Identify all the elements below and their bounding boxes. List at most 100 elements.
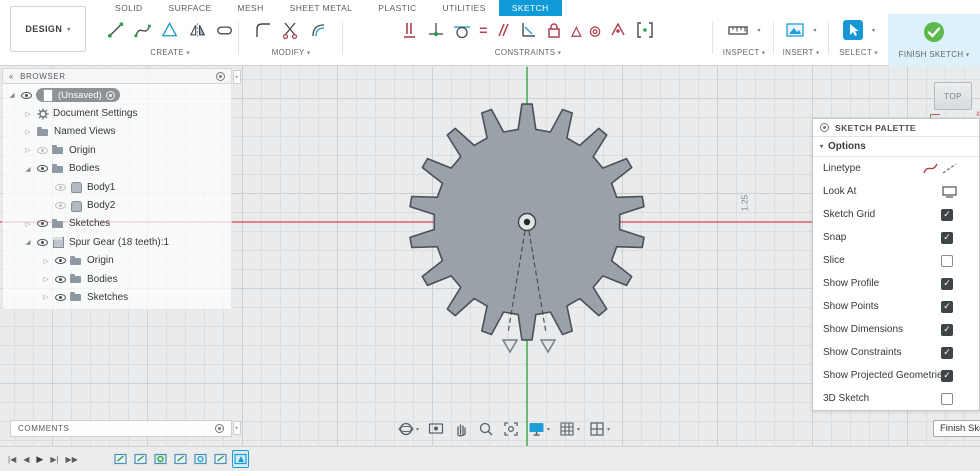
browser-options-icon[interactable]	[216, 71, 225, 81]
timeline-feature-icon[interactable]	[192, 450, 209, 468]
timeline-feature-icon[interactable]	[132, 450, 149, 468]
polygon-tool-icon[interactable]	[160, 20, 179, 40]
tree-row-gear-sketches[interactable]: ▷ Sketches	[3, 288, 231, 306]
timeline-feature-icon[interactable]	[112, 450, 129, 468]
comments-panel[interactable]: COMMENTS	[10, 420, 232, 437]
insert-image-icon[interactable]	[785, 20, 805, 40]
zoom-button[interactable]	[478, 421, 494, 437]
curvature-constraint-icon[interactable]	[635, 20, 655, 40]
visibility-eye-icon[interactable]	[37, 220, 48, 228]
browser-collapse-handle[interactable]: ▸	[233, 70, 241, 84]
design-workspace-dropdown[interactable]: DESIGN ▾	[10, 6, 86, 52]
comments-collapse-handle[interactable]: ▸	[233, 421, 241, 435]
tree-row-body2[interactable]: Body2	[3, 196, 231, 214]
browser-header[interactable]: « BROWSER	[2, 68, 232, 84]
look-at-icon[interactable]	[942, 185, 957, 198]
3d-sketch-checkbox[interactable]: ✓	[941, 392, 953, 405]
create-group-label[interactable]: CREATE	[150, 48, 184, 57]
viewports-button[interactable]: ▾	[589, 421, 610, 437]
tree-collapse-icon[interactable]: ▷	[23, 110, 33, 118]
fillet-tool-icon[interactable]	[253, 20, 273, 40]
trim-tool-icon[interactable]	[281, 20, 301, 40]
dimension-label[interactable]: 1.25	[739, 195, 749, 212]
visibility-eye-icon[interactable]	[55, 293, 66, 301]
tree-row-sketches[interactable]: ▷ Sketches	[3, 215, 231, 233]
slot-tool-icon[interactable]	[215, 20, 234, 40]
tree-collapse-icon[interactable]: ▷	[23, 220, 33, 228]
linetype-construction-icon[interactable]	[942, 162, 957, 175]
collapse-chevrons-icon[interactable]: «	[9, 72, 14, 81]
visibility-eye-icon[interactable]	[37, 146, 48, 154]
visibility-eye-icon[interactable]	[55, 183, 66, 191]
viewcube-top-face[interactable]: TOP	[934, 82, 972, 110]
show-dimensions-checkbox[interactable]: ✓	[941, 323, 953, 336]
tree-row-spur-gear-component[interactable]: ◢ Spur Gear (18 teeth):1	[3, 233, 231, 251]
midpoint-constraint-icon[interactable]	[609, 20, 627, 40]
show-points-checkbox[interactable]: ✓	[941, 300, 953, 313]
perpendicular-constraint-icon[interactable]	[519, 20, 537, 40]
measure-ruler-icon[interactable]	[727, 20, 749, 40]
finish-sketch-check-icon[interactable]	[922, 20, 946, 44]
timeline-feature-icon[interactable]	[172, 450, 189, 468]
document-root-pill[interactable]: (Unsaved)	[36, 88, 120, 103]
tree-collapse-icon[interactable]: ▷	[41, 293, 51, 301]
visibility-eye-icon[interactable]	[55, 275, 66, 283]
mirror-tool-icon[interactable]	[188, 20, 207, 40]
tree-expand-icon[interactable]: ◢	[23, 238, 33, 246]
inspect-group-label[interactable]: INSPECT	[723, 48, 760, 57]
visibility-eye-icon[interactable]	[55, 202, 66, 210]
play-button[interactable]: ▶	[36, 454, 43, 465]
concentric-constraint-icon[interactable]: ◎	[589, 24, 600, 37]
insert-group-label[interactable]: INSERT	[783, 48, 814, 57]
modify-group-label[interactable]: MODIFY	[272, 48, 305, 57]
visibility-eye-icon[interactable]	[37, 165, 48, 173]
finish-sketch-button[interactable]: Finish Sketch	[933, 420, 980, 437]
show-constraints-checkbox[interactable]: ✓	[941, 346, 953, 359]
offset-tool-icon[interactable]	[309, 20, 329, 40]
section-expand-icon[interactable]: ▾	[820, 143, 823, 150]
tree-expand-icon[interactable]: ◢	[7, 91, 17, 99]
fit-button[interactable]	[503, 421, 519, 437]
pan-button[interactable]	[453, 421, 469, 437]
sketch-grid-checkbox[interactable]: ✓	[941, 208, 953, 221]
skip-to-end-button[interactable]: ▶▶	[66, 455, 78, 464]
skip-to-start-button[interactable]: |◀	[8, 455, 16, 464]
line-tool-icon[interactable]	[106, 20, 125, 40]
fix-lock-constraint-icon[interactable]	[545, 20, 563, 40]
tree-row-origin[interactable]: ▷ Origin	[3, 141, 231, 159]
select-cursor-icon[interactable]	[842, 19, 864, 41]
select-group-label[interactable]: SELECT	[839, 48, 872, 57]
orbit-button[interactable]: ▾	[398, 421, 419, 437]
tangent-constraint-icon[interactable]	[453, 20, 471, 40]
tree-expand-icon[interactable]: ◢	[23, 165, 33, 173]
equal-constraint-icon[interactable]: =	[479, 23, 487, 37]
tree-row-gear-origin[interactable]: ▷ Origin	[3, 252, 231, 270]
grid-settings-button[interactable]: ▾	[559, 421, 580, 437]
spline-tool-icon[interactable]	[133, 20, 152, 40]
timeline-feature-icon-selected[interactable]	[232, 450, 249, 468]
parallel-constraint-icon[interactable]	[495, 20, 511, 40]
look-at-button[interactable]	[428, 421, 444, 437]
slice-checkbox[interactable]: ✓	[941, 254, 953, 267]
tree-row-named-views[interactable]: ▷ Named Views	[3, 123, 231, 141]
coincident-constraint-icon[interactable]	[427, 20, 445, 40]
symmetry-constraint-icon[interactable]: △	[571, 24, 581, 37]
visibility-eye-icon[interactable]	[55, 257, 66, 265]
tree-row-document-root[interactable]: ◢ (Unsaved)	[3, 86, 231, 104]
viewcube[interactable]: TOP x	[930, 80, 980, 122]
tree-row-document-settings[interactable]: ▷ Document Settings	[3, 104, 231, 122]
show-profile-checkbox[interactable]: ✓	[941, 277, 953, 290]
tree-collapse-icon[interactable]: ▷	[41, 257, 51, 265]
tree-row-bodies[interactable]: ◢ Bodies	[3, 160, 231, 178]
step-forward-button[interactable]: ▶|	[50, 455, 58, 464]
display-settings-button[interactable]: ▾	[528, 421, 550, 437]
finish-sketch-label[interactable]: FINISH SKETCH	[899, 50, 964, 59]
visibility-eye-icon[interactable]	[21, 91, 32, 99]
step-back-button[interactable]: ◀	[23, 455, 29, 464]
linetype-spline-icon[interactable]	[923, 162, 938, 175]
timeline-feature-icon[interactable]	[152, 450, 169, 468]
timeline-feature-icon[interactable]	[212, 450, 229, 468]
tree-collapse-icon[interactable]: ▷	[23, 128, 33, 136]
constraints-group-label[interactable]: CONSTRAINTS	[495, 48, 556, 57]
snap-checkbox[interactable]: ✓	[941, 231, 953, 244]
